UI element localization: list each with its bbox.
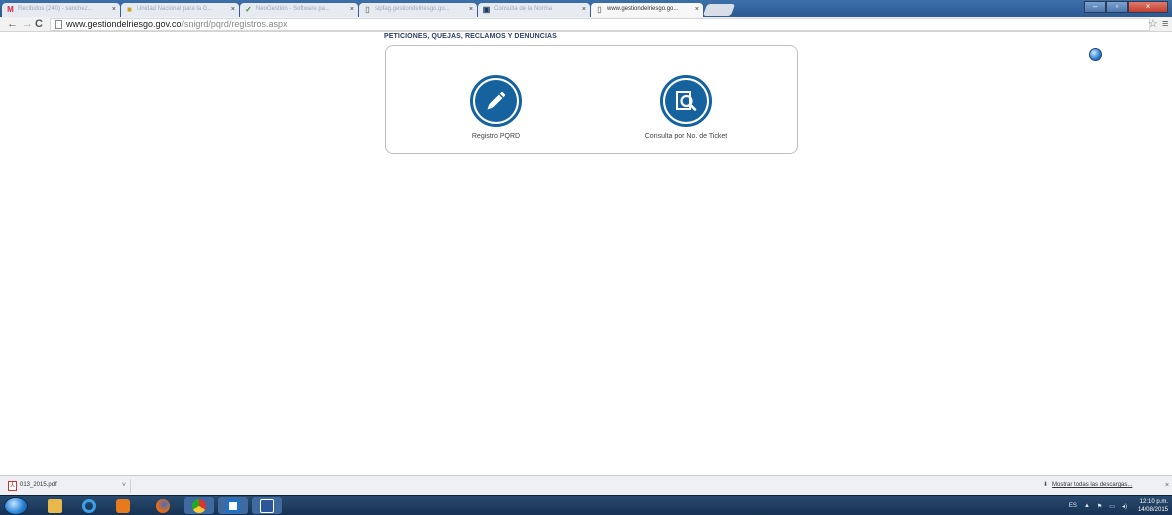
word-icon[interactable] — [252, 497, 282, 514]
show-all-downloads-link[interactable]: ⬇ Mostrar todas las descargas... — [1043, 479, 1132, 492]
network-icon[interactable]: ▭ — [1109, 503, 1115, 510]
clock[interactable]: 12:10 p.m. 14/08/2015 — [1138, 498, 1168, 514]
tab-label: Consulta de la Norma — [494, 6, 553, 12]
page-icon: ▯ — [365, 5, 370, 14]
tab-label: Recibidos (240) - sanchez... — [18, 6, 93, 12]
registro-pqrd-option[interactable]: Registro PQRD — [441, 75, 551, 140]
maximize-button[interactable]: ▫ — [1106, 1, 1128, 13]
options-panel: Registro PQRD Consulta por No. de Ticket — [385, 45, 798, 154]
address-bar[interactable]: www.gestiondelriesgo.gov.co/snigrd/pqrd/… — [50, 18, 1150, 31]
page-icon: ▯ — [597, 5, 602, 14]
windows-taskbar: ES ▲ ⚑ ▭ ◂) 12:10 p.m. 14/08/2015 — [0, 495, 1172, 515]
chrome-icon[interactable] — [184, 497, 214, 514]
tab-gestiondelriesgo-active[interactable]: ▯ www.gestiondelriesgo.go... × — [591, 3, 703, 17]
system-tray: ES ▲ ⚑ ▭ ◂) 12:10 p.m. 14/08/2015 — [1069, 496, 1168, 515]
close-window-button[interactable]: × — [1128, 1, 1168, 13]
browser-tab-strip: M Recibidos (240) - sanchez... × ■ Unida… — [0, 0, 1172, 17]
downloads-bar-close-icon[interactable]: × — [1165, 479, 1169, 492]
tab-label: NeoGestión - Software pa... — [256, 6, 331, 12]
clock-time: 12:10 p.m. — [1139, 499, 1168, 505]
consulta-ticket-label[interactable]: Consulta por No. de Ticket — [621, 133, 751, 140]
reload-button[interactable]: C — [35, 17, 43, 32]
window-controls: – ▫ × — [1084, 1, 1168, 13]
volume-icon[interactable]: ◂) — [1122, 503, 1127, 510]
browser-toolbar: ← → C www.gestiondelriesgo.gov.co/snigrd… — [0, 17, 1172, 32]
norma-icon: ▣ — [482, 5, 491, 14]
search-document-icon[interactable] — [660, 75, 712, 127]
firefox-icon[interactable] — [148, 497, 178, 514]
document-icon: ■ — [127, 5, 132, 14]
page-title: PETICIONES, QUEJAS, RECLAMOS Y DENUNCIAS — [384, 33, 557, 40]
tab-close-icon[interactable]: × — [350, 3, 354, 16]
screen: M Recibidos (240) - sanchez... × ■ Unida… — [0, 0, 1172, 515]
tab-gmail[interactable]: M Recibidos (240) - sanchez... × — [2, 3, 120, 17]
tab-close-icon[interactable]: × — [695, 3, 699, 16]
new-tab-button[interactable] — [702, 4, 736, 16]
tab-neogestion[interactable]: ✓ NeoGestión - Software pa... × — [240, 3, 358, 17]
tab-sipfag[interactable]: ▯ sipfag.gestiondelriesgo.go... × — [359, 3, 477, 17]
clock-date: 14/08/2015 — [1137, 507, 1168, 513]
tray-expand-icon[interactable]: ▲ — [1084, 503, 1090, 509]
url-path: /snigrd/pqrd/registros.aspx — [181, 19, 288, 29]
explorer-folder-icon[interactable] — [40, 497, 70, 514]
forward-button[interactable]: → — [22, 17, 33, 32]
back-button[interactable]: ← — [7, 17, 18, 32]
neogestion-icon: ✓ — [245, 5, 252, 14]
show-all-label[interactable]: Mostrar todas las descargas... — [1052, 482, 1132, 488]
internet-explorer-icon[interactable] — [74, 497, 104, 514]
tab-label: sipfag.gestiondelriesgo.go... — [375, 6, 450, 12]
dropbox-icon[interactable] — [218, 497, 248, 514]
language-indicator[interactable]: ES — [1069, 503, 1077, 509]
minimize-button[interactable]: – — [1084, 1, 1106, 13]
registro-pqrd-label[interactable]: Registro PQRD — [441, 133, 551, 140]
tab-close-icon[interactable]: × — [112, 3, 116, 16]
page-icon — [55, 20, 62, 29]
globe-icon[interactable] — [1089, 48, 1102, 61]
media-player-icon[interactable] — [108, 497, 138, 514]
tab-label: www.gestiondelriesgo.go... — [607, 6, 679, 12]
start-orb-icon[interactable] — [4, 497, 28, 515]
gmail-icon: M — [7, 5, 14, 14]
bookmark-star-icon[interactable]: ☆ — [1148, 17, 1158, 32]
action-center-flag-icon[interactable]: ⚑ — [1097, 503, 1102, 510]
download-arrow-icon: ⬇ — [1043, 482, 1049, 488]
downloads-bar: ⅄ 013_2015.pdf ˅ ⬇ Mostrar todas las desc… — [0, 475, 1172, 495]
tab-close-icon[interactable]: × — [582, 3, 586, 16]
tab-unidad-nacional[interactable]: ■ Unidad Nacional para la G... × — [121, 3, 239, 17]
consulta-ticket-option[interactable]: Consulta por No. de Ticket — [621, 75, 751, 140]
tab-close-icon[interactable]: × — [231, 3, 235, 16]
download-menu-caret-icon[interactable]: ˅ — [122, 479, 126, 492]
page-content: PETICIONES, QUEJAS, RECLAMOS Y DENUNCIAS — [0, 32, 1172, 475]
tab-label: Unidad Nacional para la G... — [137, 6, 213, 12]
pencil-icon[interactable] — [470, 75, 522, 127]
tab-close-icon[interactable]: × — [469, 3, 473, 16]
url-host: www.gestiondelriesgo.gov.co — [66, 19, 182, 29]
tab-consulta-norma[interactable]: ▣ Consulta de la Norma × — [478, 3, 590, 17]
download-filename: 013_2015.pdf — [20, 482, 57, 488]
pdf-file-icon: ⅄ — [8, 481, 17, 491]
download-item[interactable]: ⅄ 013_2015.pdf ˅ — [4, 479, 131, 493]
chrome-menu-icon[interactable]: ≡ — [1162, 17, 1168, 32]
